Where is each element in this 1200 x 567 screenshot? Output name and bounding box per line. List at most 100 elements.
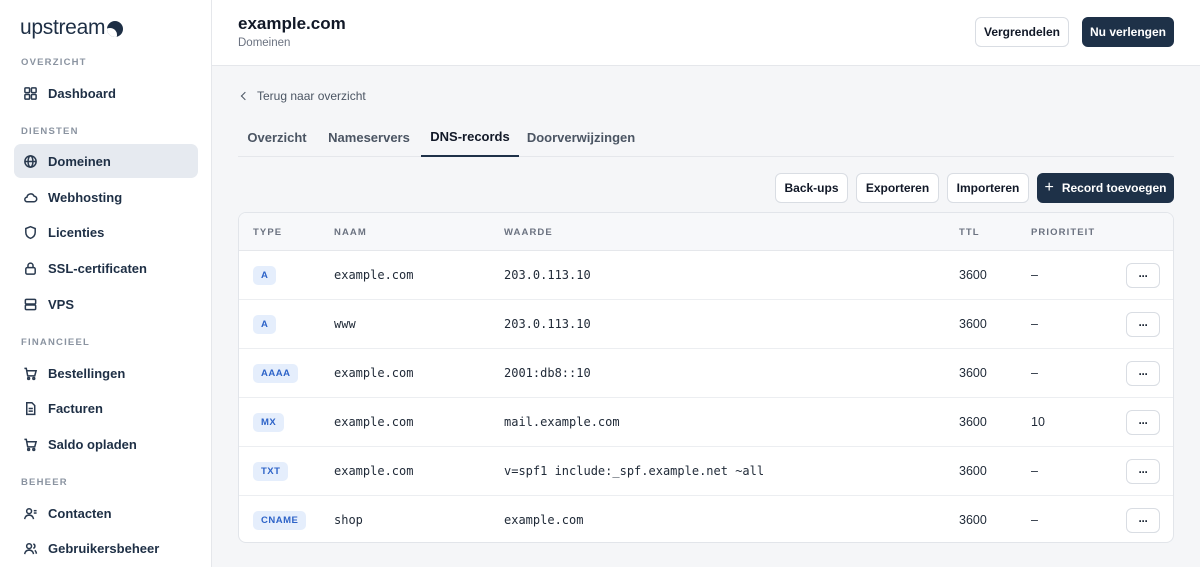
add-record-button[interactable]: + Record toevoegen [1037,173,1174,203]
sidebar-item-gebruikersbeheer[interactable]: Gebruikersbeheer [14,531,198,565]
document-icon [22,400,38,416]
users-icon [22,540,38,556]
record-ttl: 3600 [959,513,987,527]
section-label-financieel: FINANCIEEL [21,337,90,348]
row-actions-button[interactable]: ··· [1126,459,1160,484]
shield-icon [22,224,38,240]
sidebar: upstream OVERZICHT Dashboard DIENSTEN Do… [0,0,212,567]
cart-icon [22,365,38,381]
table-row: AAAA example.com 2001:db8::10 3600 – ··· [239,349,1173,398]
record-type-badge: AAAA [253,364,299,383]
record-value: example.com [504,513,584,527]
contacts-icon [22,505,38,521]
record-priority: – [1031,513,1038,527]
logo-mark-icon [107,21,124,37]
row-actions-button[interactable]: ··· [1126,508,1160,533]
record-name: example.com [334,415,414,429]
row-actions-button[interactable]: ··· [1126,361,1160,386]
record-type-badge: TXT [253,462,289,481]
tab-doorverwijzingen[interactable]: Doorverwijzingen [527,118,635,157]
section-label-diensten: DIENSTEN [21,126,79,137]
plus-icon: + [1044,179,1054,196]
sidebar-item-label: SSL-certificaten [48,260,147,276]
tab-overzicht[interactable]: Overzicht [238,118,316,157]
sidebar-item-label: Contacten [48,505,112,521]
server-icon [22,296,38,312]
chevron-left-icon [240,91,250,101]
record-type-badge: CNAME [253,511,307,530]
record-name: example.com [334,464,414,478]
brand-logo[interactable]: upstream [20,16,124,40]
table-header: TYPE NAAM WAARDE TTL PRIORITEIT [239,213,1173,251]
record-ttl: 3600 [959,317,987,331]
sidebar-item-label: Dashboard [48,85,116,101]
record-value: 203.0.113.10 [504,317,591,331]
sidebar-item-bestellingen[interactable]: Bestellingen [14,356,198,390]
record-priority: 10 [1031,415,1045,429]
section-label-beheer: BEHEER [21,477,68,488]
sidebar-item-label: Domeinen [48,153,111,169]
sidebar-item-contacten[interactable]: Contacten [14,496,198,530]
sidebar-item-domeinen[interactable]: Domeinen [14,144,198,178]
sidebar-item-label: Bestellingen [48,365,126,381]
sidebar-item-licenties[interactable]: Licenties [14,215,198,249]
table-row: MX example.com mail.example.com 3600 10 … [239,398,1173,447]
renew-button[interactable]: Nu verlengen [1082,17,1174,47]
sidebar-item-vps[interactable]: VPS [14,287,198,321]
record-ttl: 3600 [959,415,987,429]
backups-button[interactable]: Back-ups [775,173,848,203]
row-actions-button[interactable]: ··· [1126,312,1160,337]
import-button[interactable]: Importeren [947,173,1029,203]
record-name: example.com [334,366,414,380]
tabs: Overzicht Nameservers DNS-records Doorve… [238,118,1174,157]
sidebar-item-ssl[interactable]: SSL-certificaten [14,251,198,285]
page-header: example.com Domeinen Vergrendelen Nu ver… [212,0,1200,66]
sidebar-item-saldo[interactable]: Saldo opladen [14,427,198,461]
sidebar-item-label: Saldo opladen [48,436,137,452]
tab-nameservers[interactable]: Nameservers [324,118,414,157]
lock-icon [22,260,38,276]
page-title: example.com [238,14,346,33]
sidebar-item-label: Webhosting [48,189,123,205]
tab-dns-records[interactable]: DNS-records [421,118,519,157]
cloud-icon [22,189,38,205]
table-row: TXT example.com v=spf1 include:_spf.exam… [239,447,1173,496]
sidebar-item-label: Gebruikersbeheer [48,540,160,556]
record-priority: – [1031,268,1038,282]
grid-icon [22,85,38,101]
record-priority: – [1031,464,1038,478]
record-ttl: 3600 [959,268,987,282]
breadcrumb[interactable]: Domeinen [238,37,290,49]
record-type-badge: A [253,266,277,285]
column-header-waarde: WAARDE [504,227,553,238]
cart-icon [22,436,38,452]
record-priority: – [1031,366,1038,380]
sidebar-item-dashboard[interactable]: Dashboard [14,76,198,110]
lock-domain-button[interactable]: Vergrendelen [975,17,1069,47]
record-name: shop [334,513,363,527]
record-ttl: 3600 [959,366,987,380]
section-label-overzicht: OVERZICHT [21,57,87,68]
table-row: CNAME shop example.com 3600 – ··· [239,496,1173,542]
column-header-type: TYPE [253,227,283,238]
back-link[interactable]: Terug naar overzicht [240,89,366,103]
row-actions-button[interactable]: ··· [1126,410,1160,435]
row-actions-button[interactable]: ··· [1126,263,1160,288]
table-row: A example.com 203.0.113.10 3600 – ··· [239,251,1173,300]
dns-records-table: TYPE NAAM WAARDE TTL PRIORITEIT A exampl… [238,212,1174,543]
sidebar-item-webhosting[interactable]: Webhosting [14,180,198,214]
record-priority: – [1031,317,1038,331]
add-record-label: Record toevoegen [1061,181,1167,195]
sidebar-item-label: Facturen [48,400,103,416]
record-value: 203.0.113.10 [504,268,591,282]
export-button[interactable]: Exporteren [856,173,939,203]
column-header-naam: NAAM [334,227,367,238]
column-header-prioriteit: PRIORITEIT [1031,227,1096,238]
table-row: A www 203.0.113.10 3600 – ··· [239,300,1173,349]
sidebar-item-label: VPS [48,296,75,312]
globe-icon [22,153,38,169]
sidebar-item-facturen[interactable]: Facturen [14,391,198,425]
record-type-badge: A [253,315,277,334]
record-name: example.com [334,268,414,282]
record-ttl: 3600 [959,464,987,478]
